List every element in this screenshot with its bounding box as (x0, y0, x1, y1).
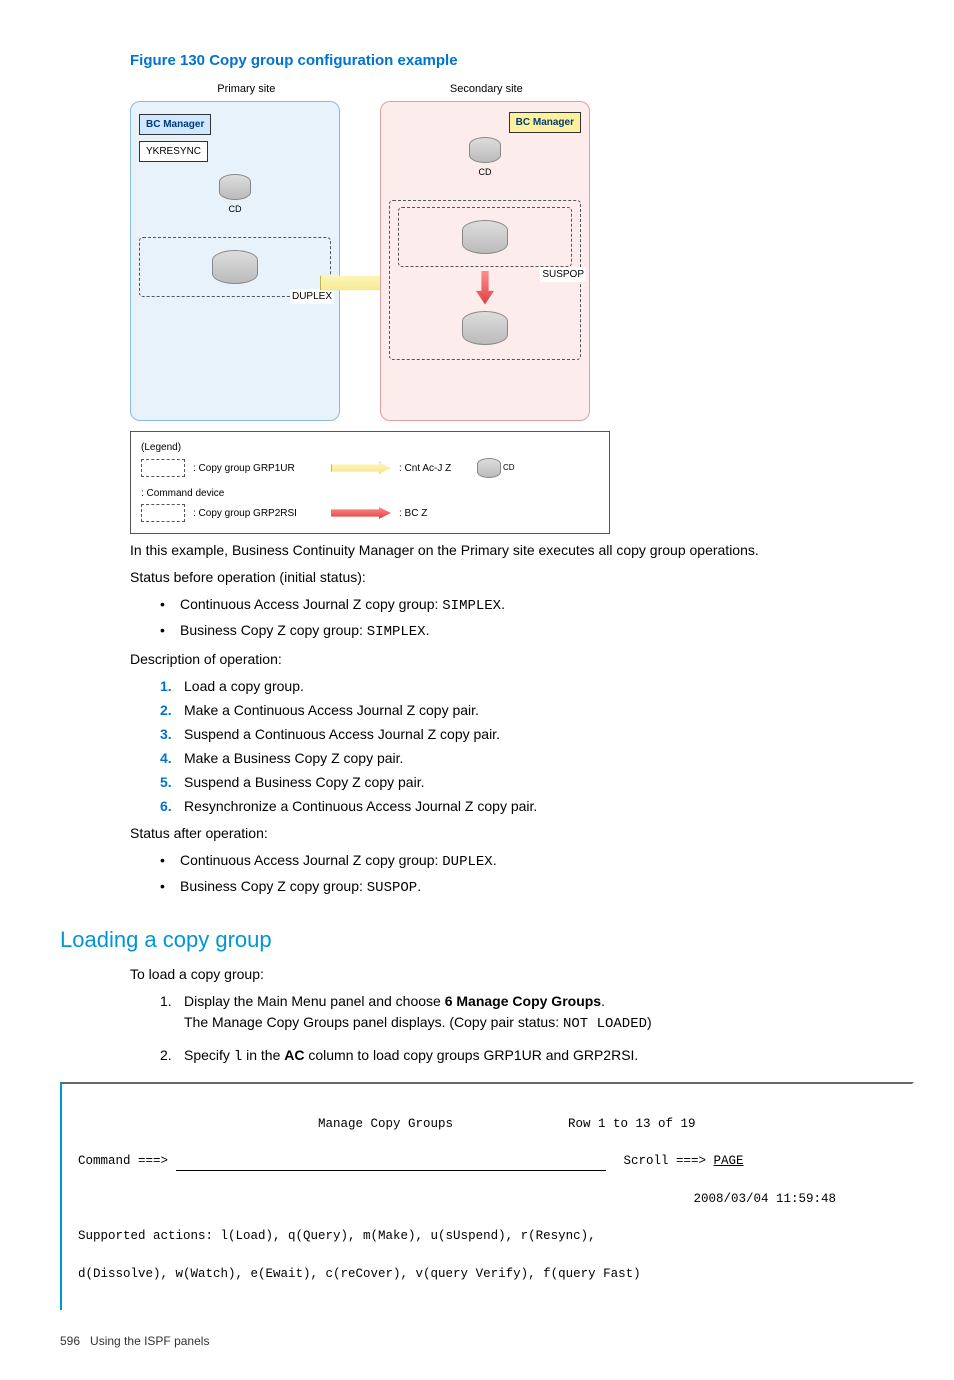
page-number: 596 (60, 1334, 80, 1348)
list-item: Specify l in the AC column to load copy … (160, 1045, 914, 1068)
bold-text: 6 Manage Copy Groups (445, 993, 601, 1009)
bold-text: AC (284, 1047, 304, 1063)
primary-site-box: BC Manager YKRESYNC CD DUPLEX (130, 101, 340, 421)
list-item: Load a copy group. (160, 676, 914, 697)
cd-label: CD (139, 203, 331, 217)
list-item: Display the Main Menu panel and choose 6… (160, 991, 914, 1035)
legend-title: (Legend) (141, 440, 599, 455)
text: Continuous Access Journal Z copy group: (180, 852, 442, 868)
section-heading: Loading a copy group (60, 923, 914, 956)
legend-bcz-label: : BC Z (399, 506, 427, 521)
list-item: Suspend a Continuous Access Journal Z co… (160, 724, 914, 745)
page-footer: 596 Using the ISPF panels (60, 1332, 914, 1350)
text: Display the Main Menu panel and choose (184, 993, 445, 1009)
figure-title: Figure 130 Copy group configuration exam… (130, 50, 914, 73)
text: . (426, 622, 430, 638)
legend-red-arrow-icon (331, 507, 391, 519)
legend-grp2-label: : Copy group GRP2RSI (193, 506, 323, 521)
list-item: Suspend a Business Copy Z copy pair. (160, 772, 914, 793)
text: Business Copy Z copy group: (180, 878, 367, 894)
paragraph: Status before operation (initial status)… (130, 567, 914, 588)
text: . (501, 596, 505, 612)
text: Continuous Access Journal Z copy group: (180, 596, 442, 612)
text: . (417, 878, 421, 894)
legend-cylinder-icon (477, 458, 501, 478)
bullet-list: Continuous Access Journal Z copy group: … (160, 594, 914, 643)
bc-manager-primary: BC Manager (139, 114, 211, 135)
figure-diagram: Primary site Secondary site BC Manager Y… (130, 81, 610, 535)
text: The Manage Copy Groups panel displays. (… (184, 1014, 563, 1030)
primary-copy-group-box: DUPLEX (139, 237, 331, 297)
text: column to load copy groups GRP1UR and GR… (304, 1047, 638, 1063)
list-item: Business Copy Z copy group: SUSPOP. (160, 876, 914, 899)
suspop-label: SUSPOP (540, 267, 586, 282)
text: Business Copy Z copy group: (180, 622, 367, 638)
chapter-title: Using the ISPF panels (90, 1334, 209, 1348)
terminal-supported-line1: Supported actions: l(Load), q(Query), m(… (78, 1227, 896, 1246)
list-item: Make a Continuous Access Journal Z copy … (160, 700, 914, 721)
legend-yellow-arrow-icon (331, 462, 391, 474)
cylinder-icon (469, 137, 501, 163)
text: . (601, 993, 605, 1009)
code-text: SUSPOP (367, 880, 417, 896)
bc-manager-secondary: BC Manager (509, 112, 581, 133)
code-text: SIMPLEX (442, 598, 501, 614)
scroll-label: Scroll ===> (624, 1152, 714, 1171)
secondary-inner-group-box (398, 207, 572, 267)
cylinder-pair-icon (462, 311, 508, 345)
code-text: l (234, 1049, 242, 1065)
paragraph: In this example, Business Continuity Man… (130, 540, 914, 561)
secondary-outer-group-box: SUSPOP (389, 200, 581, 360)
paragraph: Status after operation: (130, 823, 914, 844)
secondary-site-box: BC Manager CD SUSPOP (380, 101, 590, 421)
legend-cd-label: CD (503, 462, 515, 474)
list-item: Resynchronize a Continuous Access Journa… (160, 796, 914, 817)
code-text: NOT LOADED (563, 1016, 647, 1032)
cylinder-pair-icon (462, 220, 508, 254)
text: in the (242, 1047, 284, 1063)
legend-cnt-label: : Cnt Ac-J Z (399, 461, 469, 476)
procedure-list: Display the Main Menu panel and choose 6… (160, 991, 914, 1068)
scroll-value[interactable]: PAGE (714, 1152, 744, 1171)
primary-site-label: Primary site (217, 81, 275, 98)
list-item: Continuous Access Journal Z copy group: … (160, 850, 914, 873)
text: . (493, 852, 497, 868)
list-item: Make a Business Copy Z copy pair. (160, 748, 914, 769)
terminal-panel: Manage Copy Groups Row 1 to 13 of 19 Com… (60, 1082, 914, 1310)
terminal-supported-line2: d(Dissolve), w(Watch), e(Ewait), c(reCov… (78, 1265, 896, 1284)
list-item: Continuous Access Journal Z copy group: … (160, 594, 914, 617)
terminal-timestamp: 2008/03/04 11:59:48 (693, 1192, 836, 1206)
red-arrow-icon (476, 271, 494, 305)
text: Specify (184, 1047, 234, 1063)
command-input[interactable] (176, 1152, 606, 1171)
secondary-site-label: Secondary site (450, 81, 523, 98)
paragraph: Description of operation: (130, 649, 914, 670)
legend-cmddev-label: : Command device (141, 486, 224, 501)
bullet-list: Continuous Access Journal Z copy group: … (160, 850, 914, 899)
list-item: Business Copy Z copy group: SIMPLEX. (160, 620, 914, 643)
legend-dashed-icon (141, 459, 185, 477)
text: ) (647, 1014, 652, 1030)
cd-label: CD (389, 166, 581, 180)
duplex-label: DUPLEX (290, 289, 334, 304)
legend-box: (Legend) : Copy group GRP1UR : Cnt Ac-J … (130, 431, 610, 534)
numbered-list: Load a copy group. Make a Continuous Acc… (160, 676, 914, 817)
legend-dashed-icon (141, 504, 185, 522)
terminal-title: Manage Copy Groups (318, 1115, 568, 1134)
paragraph: To load a copy group: (130, 964, 914, 985)
command-prompt-label: Command ===> (78, 1152, 176, 1171)
terminal-row-info: Row 1 to 13 of 19 (568, 1115, 696, 1134)
ykresync-box: YKRESYNC (139, 141, 208, 162)
code-text: DUPLEX (442, 854, 492, 870)
cylinder-pair-icon (212, 250, 258, 284)
code-text: SIMPLEX (367, 624, 426, 640)
cylinder-icon (219, 174, 251, 200)
legend-grp1-label: : Copy group GRP1UR (193, 461, 323, 476)
